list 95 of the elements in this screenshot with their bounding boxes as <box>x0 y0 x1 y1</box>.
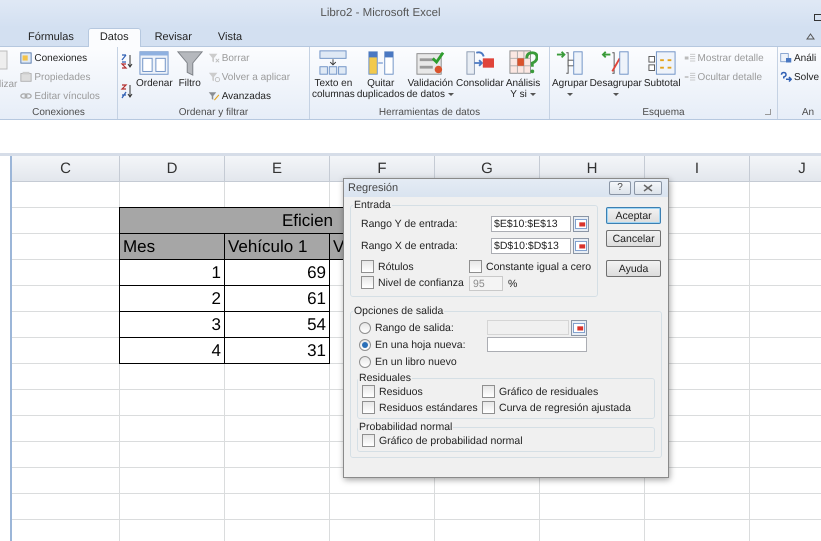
column-header[interactable]: I <box>645 156 750 182</box>
ribbon-button[interactable]: Análi <box>779 49 820 67</box>
ribbon-button[interactable]: Filtro <box>174 49 205 89</box>
table-cell: 4 <box>119 337 225 364</box>
window-title: Libro2 - Microsoft Excel <box>320 7 441 19</box>
dialog-button[interactable]: Aceptar <box>606 207 662 224</box>
ribbon-button[interactable]: Texto en columnas <box>312 49 355 100</box>
document-icon <box>0 49 9 71</box>
close-icon <box>643 184 653 192</box>
column-header[interactable]: J <box>750 156 821 182</box>
radio-label: Rango de salida: <box>375 322 454 334</box>
checkbox[interactable] <box>361 276 374 289</box>
table-header-cell: Vehículo 1 <box>224 233 330 260</box>
ribbon-button[interactable]: Validación de datos <box>406 49 454 100</box>
checkbox[interactable] <box>361 260 374 273</box>
range-picker-icon <box>575 241 587 251</box>
percent-label: % <box>508 278 518 290</box>
validation-icon <box>415 49 446 77</box>
minimize-icon[interactable] <box>814 14 821 21</box>
ribbon-button[interactable]: Avanzadas <box>206 87 292 105</box>
range-field[interactable]: $E$10:$E$13 <box>491 216 571 232</box>
checkbox-label: Curva de regresión ajustada <box>499 402 631 414</box>
ribbon-button[interactable]: Subtotal <box>644 49 681 89</box>
remove-duplicates-icon <box>366 49 396 77</box>
dialog-button[interactable]: Ayuda <box>606 260 662 277</box>
ribbon-button[interactable]: Consolidar <box>456 49 504 89</box>
group-title: Probabilidad normal <box>358 421 454 433</box>
ribbon-button[interactable]: Quitar duplicados <box>356 49 405 100</box>
group-label: An <box>802 106 814 118</box>
dialog-button[interactable]: Cancelar <box>606 230 662 247</box>
column-header[interactable]: C <box>12 156 120 182</box>
consolidate-icon <box>464 49 495 77</box>
table-cell: 31 <box>224 337 330 364</box>
connections-icon <box>20 51 32 65</box>
dialog-title: Regresión <box>348 182 398 194</box>
checkbox[interactable] <box>362 385 375 398</box>
checkbox[interactable] <box>482 401 495 414</box>
ribbon-button[interactable]: Agrupar <box>552 49 588 96</box>
group-label: Esquema <box>642 106 685 118</box>
checkbox-label: Gráfico de residuales <box>499 386 598 398</box>
subtotal-icon <box>647 49 678 77</box>
group-label: Conexiones <box>32 106 85 118</box>
ribbon-tab[interactable]: Vista <box>206 28 254 46</box>
group-label: Herramientas de datos <box>378 106 480 118</box>
close-button[interactable] <box>634 181 662 195</box>
text-to-columns-icon <box>318 49 348 77</box>
ribbon-tab[interactable]: Fórmulas <box>16 28 86 46</box>
table-header-cell: Mes <box>119 233 225 260</box>
sheet-name-field[interactable] <box>487 337 587 352</box>
radio-button[interactable] <box>359 338 371 350</box>
checkbox[interactable] <box>469 260 482 273</box>
group-icon <box>554 49 585 77</box>
funnel-refresh-icon <box>208 70 220 84</box>
group-title: Opciones de salida <box>353 305 444 317</box>
ribbon-button[interactable]: Ordenar <box>136 49 173 89</box>
group-title: Residuales <box>358 372 412 384</box>
checkbox[interactable] <box>362 434 375 447</box>
checkbox[interactable] <box>482 385 495 398</box>
range-picker-icon <box>573 322 585 332</box>
column-header[interactable]: D <box>120 156 225 182</box>
range-picker-icon <box>575 219 587 229</box>
radio-label: En un libro nuevo <box>375 356 457 368</box>
sort-descending-icon[interactable] <box>120 83 134 99</box>
collapse-dialog-button[interactable] <box>573 216 589 232</box>
sort-ascending-icon[interactable] <box>120 53 134 69</box>
radio-button[interactable] <box>359 356 371 368</box>
radio-label: En una hoja nueva: <box>375 338 466 350</box>
checkbox-label: Rótulos <box>378 260 414 272</box>
checkbox-label: Nivel de confianza <box>378 276 464 288</box>
ribbon-tab[interactable]: Revisar <box>142 28 204 46</box>
data-analysis-icon <box>780 51 792 65</box>
properties-icon <box>20 70 32 84</box>
ribbon-button[interactable]: Desagrupar <box>590 49 642 96</box>
solver-icon <box>780 70 792 84</box>
funnel-icon <box>174 49 205 77</box>
collapse-dialog-button[interactable] <box>571 320 587 336</box>
checkbox-label: Residuos estándares <box>379 402 478 414</box>
collapse-dialog-button[interactable] <box>573 238 589 254</box>
column-header[interactable]: E <box>225 156 330 182</box>
group-label: Ordenar y filtrar <box>178 106 248 118</box>
checkbox[interactable] <box>362 401 375 414</box>
funnel-clear-icon <box>208 51 220 65</box>
collapse-ribbon-icon[interactable] <box>806 33 815 40</box>
sort-dialog-icon <box>139 49 170 77</box>
ribbon-button[interactable]: Solve <box>779 68 820 86</box>
checkbox-label: Gráfico de probabilidad normal <box>379 434 523 446</box>
ribbon-button[interactable]: Análisis Y si <box>506 49 540 100</box>
dialog-launcher-icon[interactable] <box>765 109 771 115</box>
ungroup-icon <box>600 49 631 77</box>
checkbox-label: Constante igual a cero <box>486 260 592 272</box>
checkbox-label: Residuos <box>379 386 423 398</box>
ribbon-tab[interactable]: Datos <box>88 28 141 47</box>
ribbon-button[interactable]: Conexiones <box>19 49 101 67</box>
range-field[interactable]: $D$10:$D$13 <box>491 238 571 254</box>
help-button[interactable]: ? <box>609 181 631 195</box>
